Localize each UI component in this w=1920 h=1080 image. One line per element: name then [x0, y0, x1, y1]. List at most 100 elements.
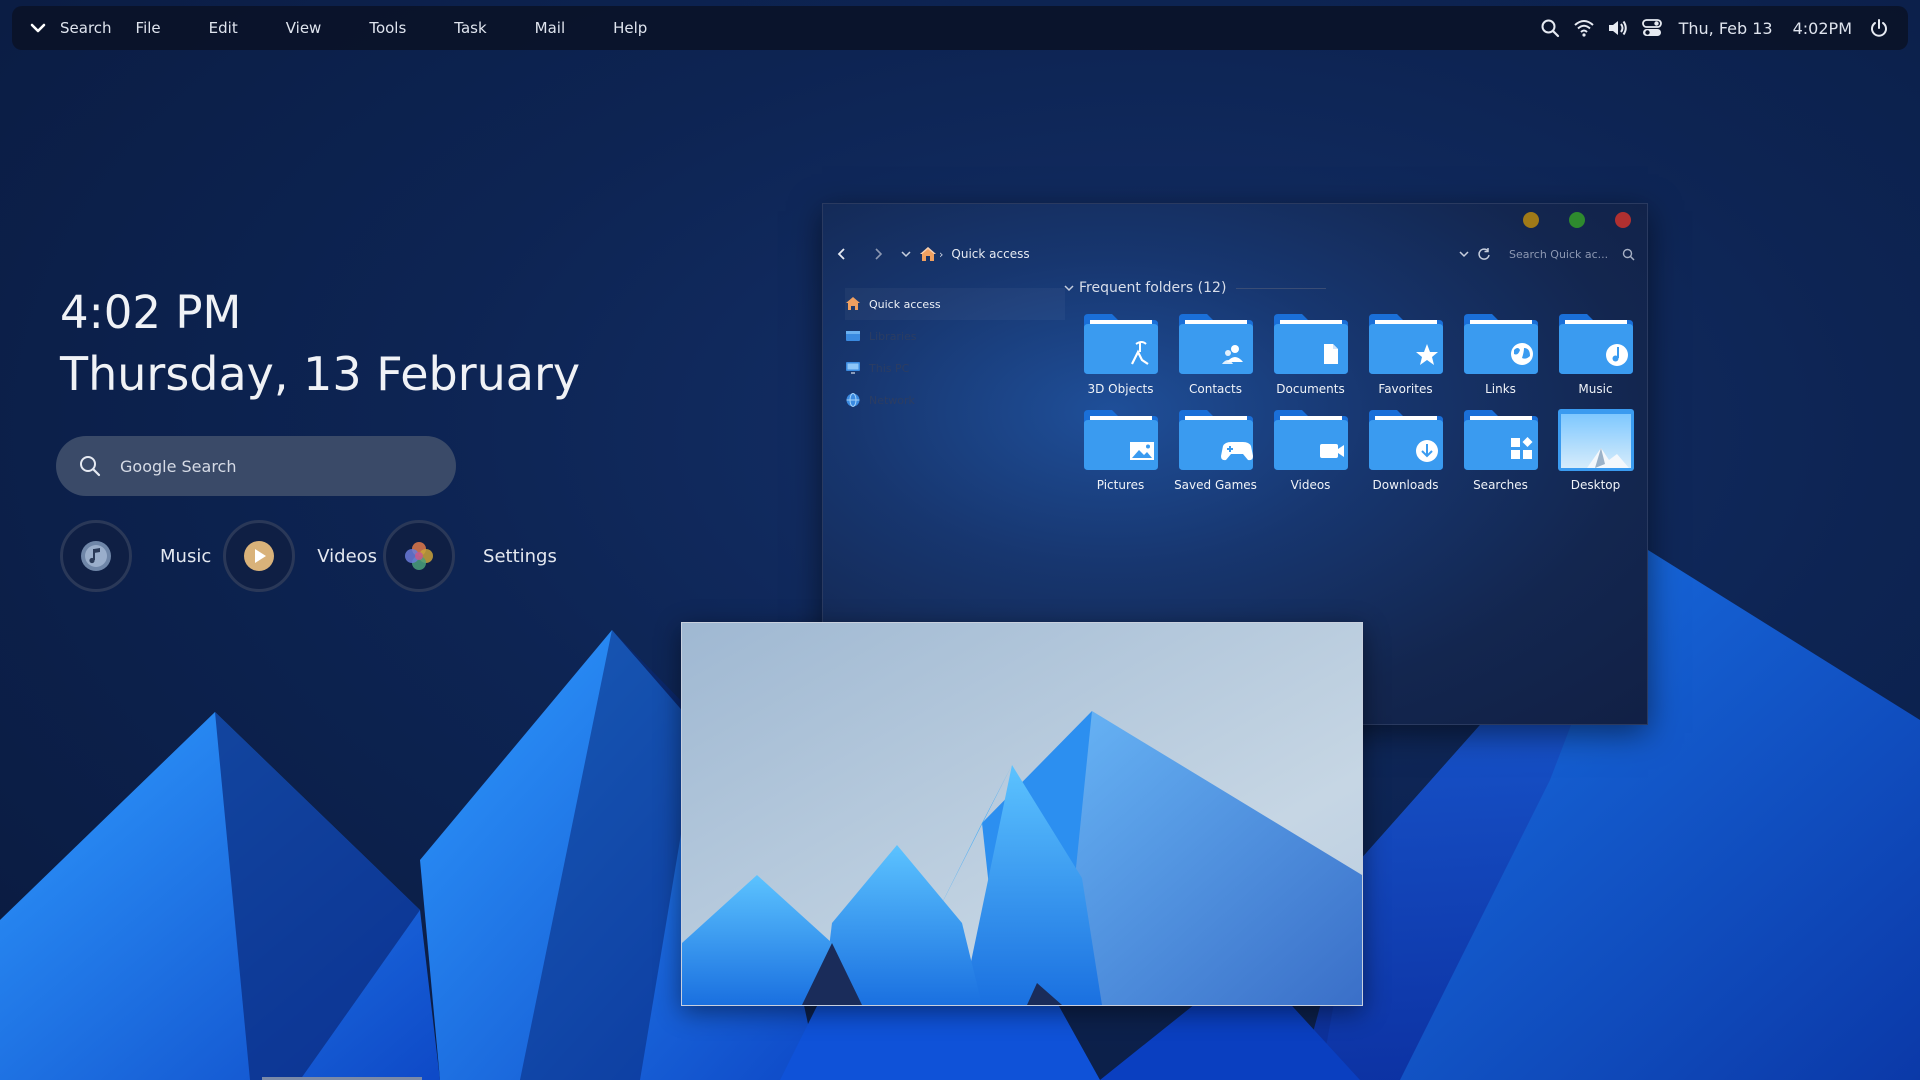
navigation-bar: › Quick access Search Quick ac... [833, 242, 1637, 266]
forward-icon[interactable] [869, 245, 887, 263]
menu-view[interactable]: View [262, 19, 346, 37]
contacts-icon [1178, 314, 1253, 374]
search-icon [76, 452, 104, 480]
status-time[interactable]: 4:02PM [1793, 19, 1852, 38]
download-icon [1368, 410, 1443, 470]
folder-label: Contacts [1189, 382, 1242, 396]
sidebar-item-libraries[interactable]: Libraries [845, 320, 1065, 352]
explorer-search-input[interactable]: Search Quick ac... [1509, 248, 1613, 261]
breadcrumb-separator-icon: › [939, 247, 944, 261]
settings-launcher[interactable] [383, 520, 456, 592]
folder-grid: 3D Objects Contacts Documents Favorites … [1073, 312, 1634, 492]
folder-searches[interactable]: Searches [1453, 408, 1548, 492]
explorer-sidebar: Quick access Libraries This PC Network [845, 288, 1065, 416]
folder-label: Links [1485, 382, 1516, 396]
folder-label: 3D Objects [1087, 382, 1154, 396]
settings-label[interactable]: Settings [483, 546, 557, 567]
folder-label: Favorites [1378, 382, 1433, 396]
folder-label: Saved Games [1174, 478, 1257, 492]
desktop-thumbnail-icon [1557, 409, 1634, 471]
folder-saved-games[interactable]: Saved Games [1168, 408, 1263, 492]
folder-videos[interactable]: Videos [1263, 408, 1358, 492]
sidebar-item-label: Libraries [869, 329, 917, 343]
document-icon [1273, 314, 1348, 374]
section-divider [1236, 287, 1327, 289]
breadcrumb[interactable]: Quick access [951, 247, 1029, 261]
picture-icon [1083, 410, 1158, 470]
home-icon [846, 297, 860, 310]
computer-icon [846, 362, 860, 374]
folder-label: Videos [1290, 478, 1331, 492]
search-icon[interactable] [1538, 16, 1562, 40]
menu-bar: Search File Edit View Tools Task Mail He… [12, 6, 671, 50]
play-icon [244, 541, 275, 571]
refresh-icon[interactable] [1475, 245, 1493, 263]
control-center-icon[interactable] [1640, 16, 1664, 40]
3d-objects-icon [1083, 314, 1158, 374]
home-icon[interactable] [919, 245, 937, 263]
music-note-icon [81, 541, 111, 571]
back-icon[interactable] [833, 245, 851, 263]
sidebar-item-network[interactable]: Network [845, 384, 1065, 416]
videos-launcher[interactable] [223, 520, 296, 592]
folder-3d-objects[interactable]: 3D Objects [1073, 312, 1168, 396]
folder-label: Music [1578, 382, 1613, 396]
history-chevron-icon[interactable] [1455, 245, 1473, 263]
search-icon[interactable] [1619, 245, 1637, 263]
folder-music[interactable]: Music [1548, 312, 1643, 396]
folder-downloads[interactable]: Downloads [1358, 408, 1453, 492]
section-title: Frequent folders (12) [1079, 280, 1227, 296]
videos-label[interactable]: Videos [317, 546, 377, 567]
folder-favorites[interactable]: Favorites [1358, 312, 1453, 396]
clock-widget: 4:02 PM Thursday, 13 February [60, 286, 580, 401]
menu-tools[interactable]: Tools [345, 19, 430, 37]
maximize-button[interactable] [1569, 212, 1585, 228]
libraries-icon [846, 331, 860, 341]
menu-help[interactable]: Help [589, 19, 671, 37]
google-search-bar[interactable]: Google Search [56, 436, 456, 496]
music-label[interactable]: Music [160, 546, 211, 567]
folder-contacts[interactable]: Contacts [1168, 312, 1263, 396]
folder-label: Downloads [1372, 478, 1439, 492]
petals-icon [405, 542, 434, 570]
music-launcher[interactable] [60, 520, 132, 592]
folder-label: Searches [1473, 478, 1528, 492]
minimize-button[interactable] [1523, 212, 1539, 228]
image-preview-window[interactable] [681, 622, 1363, 1006]
recent-chevron-icon[interactable] [897, 245, 915, 263]
sidebar-item-label: Quick access [869, 297, 941, 311]
volume-icon[interactable] [1606, 16, 1630, 40]
sidebar-item-this-pc[interactable]: This PC [845, 352, 1065, 384]
menu-edit[interactable]: Edit [185, 19, 262, 37]
google-search-placeholder[interactable]: Google Search [120, 457, 236, 476]
wifi-icon[interactable] [1572, 16, 1596, 40]
globe-icon [1463, 314, 1538, 374]
frequent-folders-header[interactable]: Frequent folders (12) [1063, 280, 1327, 296]
folder-label: Desktop [1570, 478, 1621, 492]
address-tools: Search Quick ac... [1455, 242, 1637, 266]
star-icon [1368, 314, 1443, 374]
menu-mail[interactable]: Mail [511, 19, 589, 37]
close-button[interactable] [1615, 212, 1631, 228]
network-globe-icon [846, 393, 860, 407]
folder-documents[interactable]: Documents [1263, 312, 1358, 396]
music-icon [1558, 314, 1633, 374]
video-camera-icon [1273, 410, 1348, 470]
sidebar-item-quick-access[interactable]: Quick access [845, 288, 1065, 320]
folder-label: Documents [1276, 382, 1345, 396]
folder-pictures[interactable]: Pictures [1073, 408, 1168, 492]
folder-links[interactable]: Links [1453, 312, 1548, 396]
chevron-down-icon [1064, 285, 1074, 292]
top-menu-bar: Search File Edit View Tools Task Mail He… [12, 6, 1908, 50]
menu-file[interactable]: File [136, 19, 185, 37]
folder-desktop[interactable]: Desktop [1548, 408, 1643, 492]
power-icon[interactable] [1867, 16, 1891, 40]
window-controls [1493, 212, 1631, 228]
app-launcher-row: Music Videos Settings [60, 516, 569, 596]
gamepad-icon [1178, 410, 1253, 470]
sidebar-item-label: Network [869, 393, 915, 407]
menu-task[interactable]: Task [430, 19, 510, 37]
menu-search[interactable]: Search [36, 19, 136, 37]
status-date[interactable]: Thu, Feb 13 [1679, 19, 1773, 38]
folder-label: Pictures [1096, 478, 1145, 492]
